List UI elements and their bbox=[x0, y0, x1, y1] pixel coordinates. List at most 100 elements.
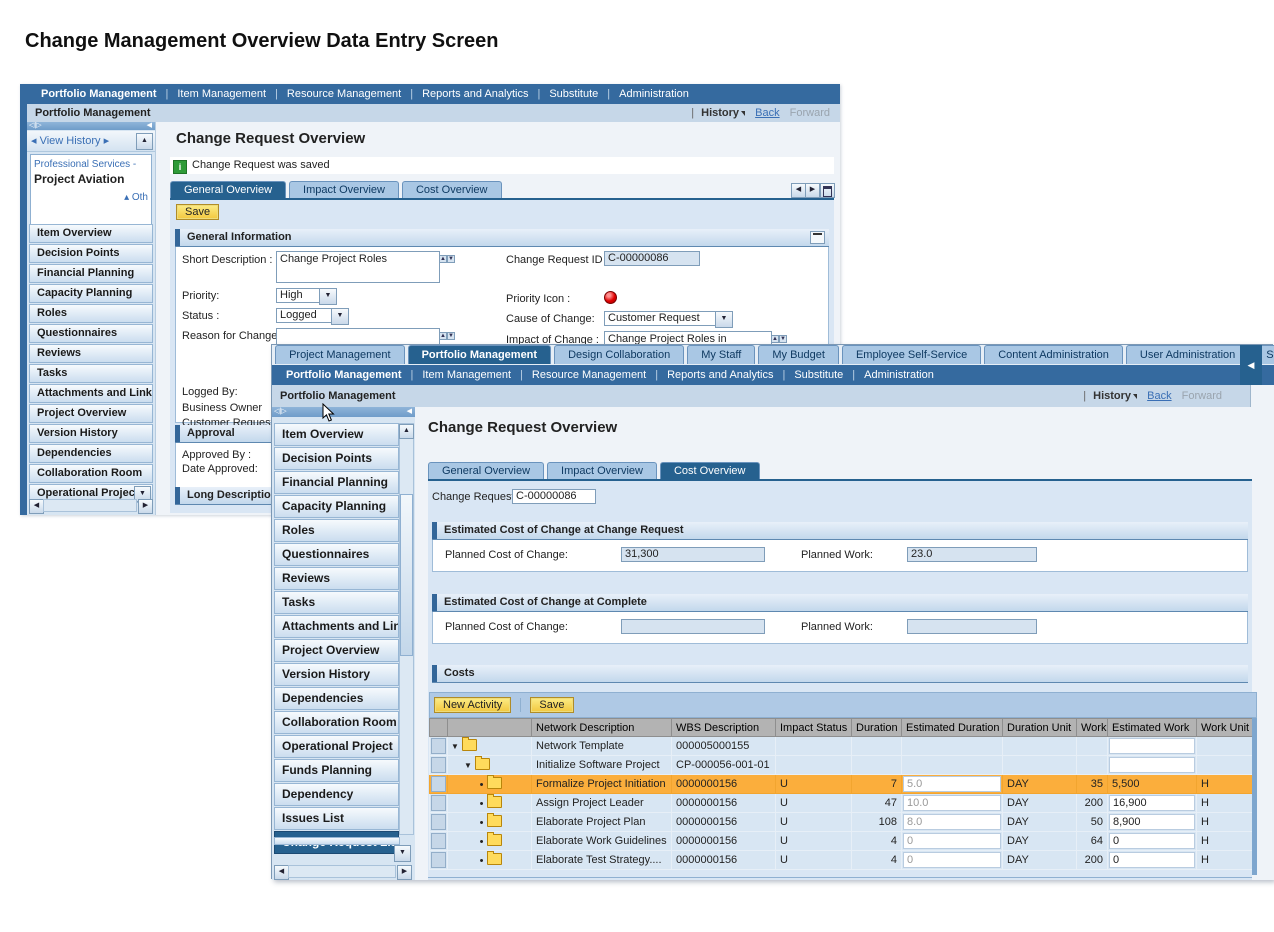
estimated-work-input[interactable]: 16,900 bbox=[1109, 795, 1195, 811]
sidebar-item-collaboration-room[interactable]: Collaboration Room bbox=[29, 464, 153, 483]
estimated-work-cell[interactable]: 16,900 bbox=[1108, 794, 1197, 813]
top-tab-content-administration[interactable]: Content Administration bbox=[984, 345, 1123, 364]
column-header-duration[interactable]: Duration bbox=[852, 719, 902, 737]
row-select-grip[interactable] bbox=[431, 776, 446, 792]
top-tab-portfolio-management[interactable]: Portfolio Management bbox=[408, 345, 552, 364]
estimated-duration-input[interactable]: 0 bbox=[903, 833, 1001, 849]
tab-cost-overview[interactable]: Cost Overview bbox=[402, 181, 502, 198]
column-header-network-description[interactable]: Network Description bbox=[532, 719, 672, 737]
estimated-duration-input[interactable]: 0 bbox=[903, 852, 1001, 868]
scroll-left-button[interactable]: ◀ bbox=[29, 499, 44, 514]
sidebar-item-partial[interactable] bbox=[274, 837, 400, 845]
sidebar-item-roles[interactable]: Roles bbox=[274, 519, 399, 542]
sidebar-item-project-overview[interactable]: Project Overview bbox=[29, 404, 153, 423]
sidebar-item-decision-points[interactable]: Decision Points bbox=[29, 244, 153, 263]
history-menu[interactable]: History bbox=[701, 107, 739, 119]
reason-spinner[interactable]: ▲▼ bbox=[439, 328, 452, 340]
estimated-work-cell[interactable]: 0 bbox=[1108, 832, 1197, 851]
sidebar-scroll-strip[interactable]: ◁|▷◀ bbox=[27, 122, 155, 130]
scroll-right-button[interactable]: ▶ bbox=[397, 865, 412, 880]
estimated-duration-cell[interactable]: 0 bbox=[902, 832, 1003, 851]
nav-link-resource-management[interactable]: Resource Management bbox=[532, 369, 646, 381]
row-select-grip[interactable] bbox=[431, 757, 446, 773]
sidebar-item-version-history[interactable]: Version History bbox=[29, 424, 153, 443]
sidebar-item-capacity-planning[interactable]: Capacity Planning bbox=[29, 284, 153, 303]
nav-link-resource-management[interactable]: Resource Management bbox=[287, 88, 401, 100]
tabscroll-right-button[interactable]: ▶ bbox=[805, 183, 820, 198]
scroll-up-button[interactable]: ▲ bbox=[399, 424, 414, 439]
priority-select-value[interactable]: High bbox=[276, 288, 320, 303]
status-dropdown-icon[interactable]: ▼ bbox=[331, 308, 349, 325]
estimated-duration-cell[interactable]: 5.0 bbox=[902, 775, 1003, 794]
estimated-duration-cell[interactable]: 8.0 bbox=[902, 813, 1003, 832]
scroll-track[interactable] bbox=[288, 865, 396, 878]
scroll-track[interactable] bbox=[43, 499, 137, 512]
table-row-initialize-software-project[interactable]: ▼Initialize Software ProjectCP-000056-00… bbox=[430, 756, 1253, 775]
table-row-elaborate-project-plan[interactable]: •Elaborate Project Plan0000000156U1088.0… bbox=[430, 813, 1253, 832]
view-history-link[interactable]: ◂ View History ▸ bbox=[31, 135, 109, 147]
estimated-duration-input[interactable]: 8.0 bbox=[903, 814, 1001, 830]
sidebar-item-funds-planning[interactable]: Funds Planning bbox=[274, 759, 399, 782]
column-header-blank-0[interactable] bbox=[430, 719, 448, 737]
context-link[interactable]: Professional Services - bbox=[34, 159, 148, 170]
tree-cell[interactable]: • bbox=[448, 813, 532, 832]
estimated-work-input[interactable]: 0 bbox=[1109, 833, 1195, 849]
row-select-grip[interactable] bbox=[431, 795, 446, 811]
estimated-work-input[interactable] bbox=[1109, 738, 1195, 754]
short-description-input[interactable]: Change Project Roles bbox=[276, 251, 440, 283]
sidebar-item-questionnaires[interactable]: Questionnaires bbox=[274, 543, 399, 566]
scroll-right-button[interactable]: ▶ bbox=[138, 499, 153, 514]
row-select-grip[interactable] bbox=[431, 738, 446, 754]
sidebar-item-financial-planning[interactable]: Financial Planning bbox=[274, 471, 399, 494]
tree-cell[interactable]: ▼ bbox=[448, 756, 532, 775]
priority-dropdown-icon[interactable]: ▼ bbox=[319, 288, 337, 305]
back-link[interactable]: Back bbox=[755, 107, 779, 119]
impact-spinner[interactable]: ▲▼ bbox=[771, 331, 784, 343]
nav-link-item-management[interactable]: Item Management bbox=[422, 369, 511, 381]
tabscroll-left-button[interactable]: ◀ bbox=[791, 183, 806, 198]
estimated-work-cell[interactable] bbox=[1108, 737, 1197, 756]
tab-general-overview[interactable]: General Overview bbox=[428, 462, 544, 479]
estimated-duration-cell[interactable]: 10.0 bbox=[902, 794, 1003, 813]
sidebar-item-roles[interactable]: Roles bbox=[29, 304, 153, 323]
column-header-wbs-description[interactable]: WBS Description bbox=[672, 719, 776, 737]
sidebar-item-reviews[interactable]: Reviews bbox=[29, 344, 153, 363]
tab-impact-overview[interactable]: Impact Overview bbox=[547, 462, 657, 479]
estimated-work-cell[interactable]: 8,900 bbox=[1108, 813, 1197, 832]
sidebar-item-item-overview[interactable]: Item Overview bbox=[274, 423, 399, 446]
scroll-thumb[interactable] bbox=[400, 494, 413, 656]
change-request-input[interactable]: C-00000086 bbox=[512, 489, 596, 504]
sidebar-item-dependencies[interactable]: Dependencies bbox=[29, 444, 153, 463]
estimated-duration-cell[interactable]: 0 bbox=[902, 851, 1003, 870]
row-select-grip[interactable] bbox=[431, 852, 446, 868]
top-tab-project-management[interactable]: Project Management bbox=[275, 345, 405, 364]
table-row-elaborate-work-guidelines[interactable]: •Elaborate Work Guidelines0000000156U40D… bbox=[430, 832, 1253, 851]
top-tab-design-collaboration[interactable]: Design Collaboration bbox=[554, 345, 684, 364]
estimated-work-cell[interactable]: 5,500 bbox=[1108, 775, 1197, 794]
nav-link-administration[interactable]: Administration bbox=[864, 369, 934, 381]
top-tab-user-administration[interactable]: User Administration bbox=[1126, 345, 1249, 364]
table-row-elaborate-test-strategy[interactable]: •Elaborate Test Strategy....0000000156U4… bbox=[430, 851, 1253, 870]
sidebar-item-reviews[interactable]: Reviews bbox=[274, 567, 399, 590]
scroll-down-button[interactable]: ▼ bbox=[394, 845, 411, 862]
sidebar-item-attachments-and-links[interactable]: Attachments and Links bbox=[29, 384, 153, 403]
row-select-cell[interactable] bbox=[430, 756, 448, 775]
sidebar-item-tasks[interactable]: Tasks bbox=[274, 591, 399, 614]
row-select-cell[interactable] bbox=[430, 737, 448, 756]
estimated-work-cell[interactable]: 0 bbox=[1108, 851, 1197, 870]
column-header-duration-unit[interactable]: Duration Unit bbox=[1003, 719, 1077, 737]
scroll-left-button[interactable]: ◀ bbox=[274, 865, 289, 880]
column-header-impact-status[interactable]: Impact Status bbox=[776, 719, 852, 737]
restore-window-icon[interactable] bbox=[820, 183, 835, 198]
tab-general-overview[interactable]: General Overview bbox=[170, 181, 286, 198]
tab-impact-overview[interactable]: Impact Overview bbox=[289, 181, 399, 198]
sidebar-item-tasks[interactable]: Tasks bbox=[29, 364, 153, 383]
sidebar-item-issues-list[interactable]: Issues List bbox=[274, 807, 399, 830]
cause-dropdown-icon[interactable]: ▼ bbox=[715, 311, 733, 328]
costs-table-right-edge[interactable] bbox=[1252, 718, 1257, 875]
tree-cell[interactable]: • bbox=[448, 851, 532, 870]
estimated-work-input[interactable] bbox=[1109, 757, 1195, 773]
top-tab-my-staff[interactable]: My Staff bbox=[687, 345, 755, 364]
top-tab-employee-self-service[interactable]: Employee Self-Service bbox=[842, 345, 981, 364]
status-select-value[interactable]: Logged bbox=[276, 308, 332, 323]
